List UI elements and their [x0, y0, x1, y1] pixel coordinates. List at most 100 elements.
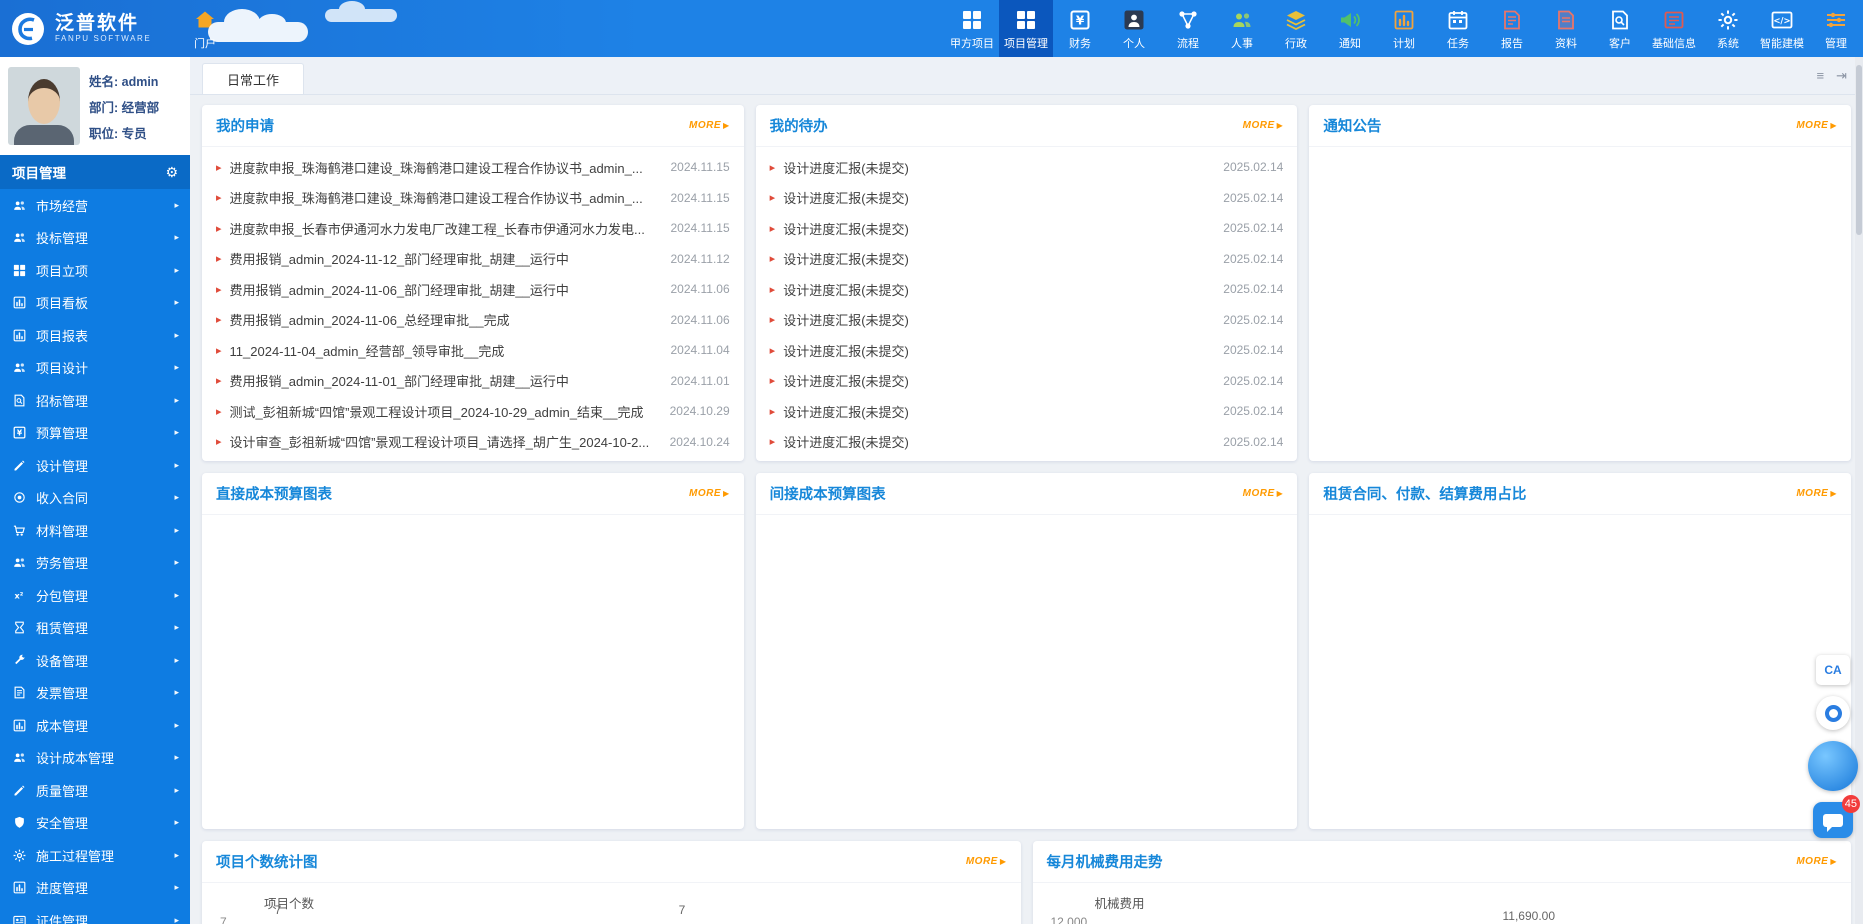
chat-button[interactable]: 45	[1813, 802, 1853, 838]
topnav-label: 基础信息	[1652, 35, 1696, 51]
topnav-item-6[interactable]: 行政	[1269, 0, 1323, 57]
sidebar-item-16[interactable]: 成本管理▸	[0, 709, 190, 742]
list-item[interactable]: ▸费用报销_admin_2024-11-12_部门经理审批_胡建__运行中202…	[216, 244, 730, 275]
list-item[interactable]: ▸设计进度汇报(未提交)2025.02.14	[770, 213, 1284, 244]
sidebar-module-header[interactable]: 项目管理 ⚙	[0, 155, 190, 189]
sidebar-item-11[interactable]: 劳务管理▸	[0, 547, 190, 580]
list-item[interactable]: ▸设计进度汇报(未提交)2025.02.14	[770, 427, 1284, 458]
list-item[interactable]: ▸设计进度汇报(未提交)2025.02.14	[770, 152, 1284, 183]
list-item[interactable]: ▸11_2024-11-04_admin_经营部_领导审批__完成2024.11…	[216, 335, 730, 366]
my-applications-list: ▸进度款申报_珠海鹤港口建设_珠海鹤港口建设工程合作协议书_admin_...2…	[202, 147, 744, 457]
more-link[interactable]: MORE▶	[1796, 488, 1837, 499]
flow-icon	[1176, 7, 1200, 33]
list-item-text: 测试_彭祖新城“四馆”景观工程设计项目_2024-10-29_admin_结束_…	[230, 402, 662, 421]
sidebar-item-20[interactable]: 施工过程管理▸	[0, 839, 190, 872]
user-card: 姓名: admin 部门: 经营部 职位: 专员	[0, 57, 190, 155]
list-item-date: 2025.02.14	[1223, 191, 1283, 205]
sidebar-item-9[interactable]: 收入合同▸	[0, 482, 190, 515]
sidebar-item-12[interactable]: x²分包管理▸	[0, 579, 190, 612]
list-item[interactable]: ▸设计进度汇报(未提交)2025.02.14	[770, 305, 1284, 336]
topnav-item-15[interactable]: </>智能建模	[1755, 0, 1809, 57]
topnav-label: 任务	[1447, 35, 1469, 51]
more-link[interactable]: MORE▶	[1796, 856, 1837, 867]
floating-toolbar: CA 45	[1808, 655, 1858, 838]
sidebar-item-6[interactable]: 招标管理▸	[0, 384, 190, 417]
topnav-item-12[interactable]: 客户	[1593, 0, 1647, 57]
sidebar-item-5[interactable]: 项目设计▸	[0, 352, 190, 385]
sidebar-item-4[interactable]: 项目报表▸	[0, 319, 190, 352]
topnav-label: 智能建模	[1760, 35, 1804, 51]
sidebar-item-1[interactable]: 投标管理▸	[0, 222, 190, 255]
sidebar-item-10[interactable]: 材料管理▸	[0, 514, 190, 547]
topnav-item-9[interactable]: 任务	[1431, 0, 1485, 57]
list-item[interactable]: ▸设计进度汇报(未提交)2025.02.14	[770, 366, 1284, 397]
more-link[interactable]: MORE▶	[1243, 120, 1284, 131]
sidebar-item-0[interactable]: 市场经营▸	[0, 189, 190, 222]
list-item[interactable]: ▸测试_彭祖新城“四馆”景观工程设计项目_2024-10-29_admin_结束…	[216, 396, 730, 427]
ca-widget-button[interactable]: CA	[1816, 655, 1850, 685]
list-item-text: 费用报销_admin_2024-11-01_部门经理审批_胡建__运行中	[230, 371, 663, 390]
topnav-item-0[interactable]: 甲方项目	[945, 0, 999, 57]
sidebar-item-19[interactable]: 安全管理▸	[0, 807, 190, 840]
more-link[interactable]: MORE▶	[966, 856, 1007, 867]
list-item-text: 设计进度汇报(未提交)	[783, 310, 1215, 329]
list-item[interactable]: ▸费用报销_admin_2024-11-06_总经理审批__完成2024.11.…	[216, 305, 730, 336]
chevron-right-icon: ▸	[174, 817, 179, 828]
topnav-item-2[interactable]: ¥财务	[1053, 0, 1107, 57]
chevron-right-icon: ▸	[174, 297, 179, 308]
customer-icon	[1608, 7, 1632, 33]
tab-daily-work[interactable]: 日常工作	[202, 63, 304, 94]
sidebar-item-3[interactable]: 项目看板▸	[0, 287, 190, 320]
gear-icon[interactable]: ⚙	[165, 164, 178, 181]
sidebar-item-17[interactable]: 设计成本管理▸	[0, 742, 190, 775]
list-item[interactable]: ▸进度款申报_长春市伊通河水力发电厂改建工程_长春市伊通河水力发电...2024…	[216, 213, 730, 244]
sidebar-item-13[interactable]: 租赁管理▸	[0, 612, 190, 645]
topnav-item-1[interactable]: 项目管理	[999, 0, 1053, 57]
help-sphere-button[interactable]	[1808, 741, 1858, 791]
sidebar-item-8[interactable]: 设计管理▸	[0, 449, 190, 482]
user-title: 职位: 专员	[89, 123, 159, 142]
people-icon	[11, 750, 27, 765]
list-item[interactable]: ▸设计进度汇报(未提交)2025.02.14	[770, 396, 1284, 427]
sidebar-item-7[interactable]: ¥预算管理▸	[0, 417, 190, 450]
scrollbar-thumb[interactable]	[1856, 65, 1862, 235]
topnav-label: 人事	[1231, 35, 1253, 51]
topnav-item-10[interactable]: 报告	[1485, 0, 1539, 57]
topnav-item-7[interactable]: 通知	[1323, 0, 1377, 57]
topnav-item-4[interactable]: 流程	[1161, 0, 1215, 57]
more-link[interactable]: MORE▶	[689, 120, 730, 131]
sidebar-item-21[interactable]: 进度管理▸	[0, 872, 190, 905]
list-item[interactable]: ▸进度款申报_珠海鹤港口建设_珠海鹤港口建设工程合作协议书_admin_...2…	[216, 183, 730, 214]
sidebar-item-label: 招标管理	[36, 391, 88, 410]
topnav-item-16[interactable]: 管理	[1809, 0, 1863, 57]
sidebar-item-14[interactable]: 设备管理▸	[0, 644, 190, 677]
list-item[interactable]: ▸进度款申报_珠海鹤港口建设_珠海鹤港口建设工程合作协议书_admin_...2…	[216, 152, 730, 183]
assistant-button[interactable]	[1816, 696, 1850, 730]
list-item[interactable]: ▸设计进度汇报(未提交)2025.02.14	[770, 183, 1284, 214]
more-link[interactable]: MORE▶	[1796, 120, 1837, 131]
ring-icon	[1825, 705, 1842, 722]
list-item[interactable]: ▸设计审查_彭祖新城“四馆”景观工程设计项目_请选择_胡广生_2024-10-2…	[216, 427, 730, 458]
sidebar-item-15[interactable]: 发票管理▸	[0, 677, 190, 710]
topnav-item-13[interactable]: 基础信息	[1647, 0, 1701, 57]
topnav-item-5[interactable]: 人事	[1215, 0, 1269, 57]
collapse-icon[interactable]: ⇥	[1836, 68, 1847, 84]
sidebar-item-label: 收入合同	[36, 488, 88, 507]
sidebar-item-18[interactable]: 质量管理▸	[0, 774, 190, 807]
bullet-icon: ▸	[770, 405, 776, 418]
sidebar-item-2[interactable]: 项目立项▸	[0, 254, 190, 287]
list-item[interactable]: ▸设计进度汇报(未提交)2025.02.14	[770, 274, 1284, 305]
list-item-date: 2024.11.01	[670, 374, 729, 388]
list-item[interactable]: ▸设计进度汇报(未提交)2025.02.14	[770, 335, 1284, 366]
list-item[interactable]: ▸设计进度汇报(未提交)2025.02.14	[770, 244, 1284, 275]
menu-icon[interactable]: ≡	[1817, 68, 1825, 84]
topnav-item-11[interactable]: 资料	[1539, 0, 1593, 57]
topnav-item-8[interactable]: 计划	[1377, 0, 1431, 57]
list-item[interactable]: ▸费用报销_admin_2024-11-01_部门经理审批_胡建__运行中202…	[216, 366, 730, 397]
more-link[interactable]: MORE▶	[1243, 488, 1284, 499]
topnav-item-3[interactable]: 个人	[1107, 0, 1161, 57]
sidebar-item-22[interactable]: 证件管理▸	[0, 904, 190, 924]
list-item[interactable]: ▸费用报销_admin_2024-11-06_部门经理审批_胡建__运行中202…	[216, 274, 730, 305]
more-link[interactable]: MORE▶	[689, 488, 730, 499]
topnav-item-14[interactable]: 系统	[1701, 0, 1755, 57]
